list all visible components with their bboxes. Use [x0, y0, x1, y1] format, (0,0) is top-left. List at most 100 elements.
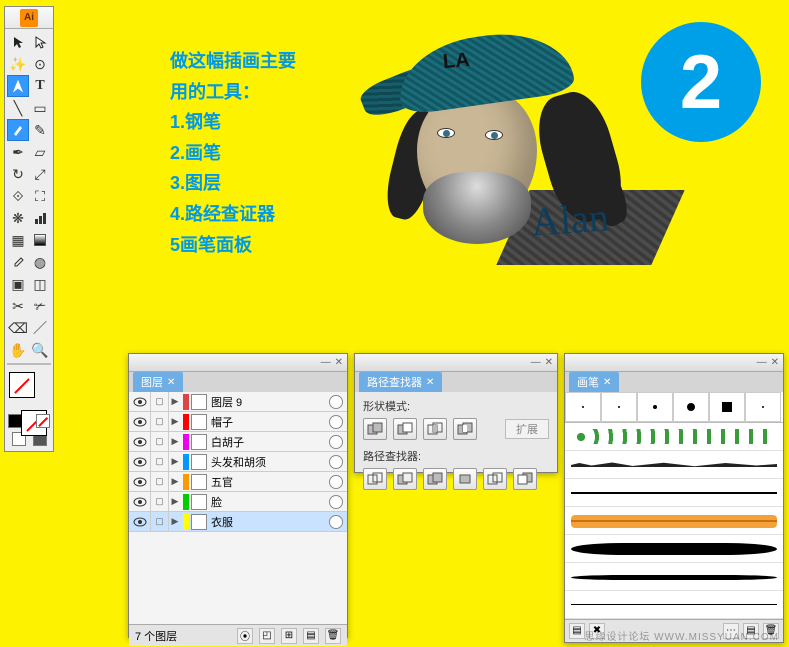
- scissors-tool[interactable]: ✃: [29, 295, 51, 317]
- free-transform-tool[interactable]: ⛶: [29, 185, 51, 207]
- brush-tile[interactable]: [745, 392, 781, 422]
- divide-button[interactable]: [363, 468, 387, 490]
- brush-library-icon[interactable]: ▤: [569, 623, 585, 639]
- minus-front-button[interactable]: [393, 418, 417, 440]
- visibility-icon[interactable]: [129, 472, 151, 492]
- rotate-tool[interactable]: ↻: [7, 163, 29, 185]
- tab-pathfinder[interactable]: 路径查找器 ✕: [359, 372, 442, 392]
- rectangle-tool[interactable]: ▭: [29, 97, 51, 119]
- target-icon[interactable]: [329, 395, 343, 409]
- outline-button[interactable]: [483, 468, 507, 490]
- expand-icon[interactable]: ▶: [169, 496, 181, 507]
- locate-object-icon[interactable]: ⦿: [237, 628, 253, 644]
- mesh-tool[interactable]: ▦: [7, 229, 29, 251]
- magic-wand-tool[interactable]: ✨: [7, 53, 29, 75]
- color-mode[interactable]: [8, 414, 22, 428]
- eyedropper-tool[interactable]: [7, 251, 29, 273]
- lock-icon[interactable]: ▢: [151, 392, 169, 412]
- layer-row[interactable]: ▢▶五官: [129, 472, 347, 492]
- lock-icon[interactable]: ▢: [151, 492, 169, 512]
- lock-icon[interactable]: ▢: [151, 432, 169, 452]
- brush-item[interactable]: [565, 563, 783, 591]
- tab-brushes[interactable]: 画笔 ✕: [569, 372, 619, 392]
- target-icon[interactable]: [329, 515, 343, 529]
- layer-row[interactable]: ▢▶脸: [129, 492, 347, 512]
- expand-icon[interactable]: ▶: [169, 396, 181, 407]
- paintbrush-tool[interactable]: [7, 119, 29, 141]
- fill-swatch[interactable]: [9, 372, 35, 398]
- brush-item[interactable]: [565, 423, 783, 451]
- layer-row[interactable]: ▢▶白胡子: [129, 432, 347, 452]
- graph-tool[interactable]: [29, 207, 51, 229]
- visibility-icon[interactable]: [129, 432, 151, 452]
- panel-titlebar[interactable]: — ✕: [129, 354, 347, 372]
- visibility-icon[interactable]: [129, 452, 151, 472]
- panel-titlebar[interactable]: — ✕: [355, 354, 557, 372]
- selection-tool[interactable]: [7, 31, 29, 53]
- expand-icon[interactable]: ▶: [169, 456, 181, 467]
- panel-titlebar[interactable]: — ✕: [565, 354, 783, 372]
- brush-item[interactable]: [565, 451, 783, 479]
- target-icon[interactable]: [329, 475, 343, 489]
- intersect-button[interactable]: [423, 418, 447, 440]
- expand-button[interactable]: 扩展: [505, 419, 549, 439]
- expand-icon[interactable]: ▶: [169, 416, 181, 427]
- trim-button[interactable]: [393, 468, 417, 490]
- line-tool[interactable]: ╲: [7, 97, 29, 119]
- close-icon[interactable]: ✕: [545, 357, 553, 368]
- tab-close-icon[interactable]: ✕: [426, 377, 434, 388]
- visibility-icon[interactable]: [129, 492, 151, 512]
- gradient-tool[interactable]: [29, 229, 51, 251]
- exclude-button[interactable]: [453, 418, 477, 440]
- type-tool[interactable]: T: [29, 75, 51, 97]
- live-paint-select-tool[interactable]: ◫: [29, 273, 51, 295]
- target-icon[interactable]: [329, 455, 343, 469]
- crop-button[interactable]: [453, 468, 477, 490]
- target-icon[interactable]: [329, 495, 343, 509]
- lock-icon[interactable]: ▢: [151, 512, 169, 532]
- lock-icon[interactable]: ▢: [151, 472, 169, 492]
- tab-layers[interactable]: 图层 ✕: [133, 372, 183, 392]
- eraser-tool[interactable]: ▱: [29, 141, 51, 163]
- scale-tool[interactable]: ⤢: [29, 163, 51, 185]
- lock-icon[interactable]: ▢: [151, 452, 169, 472]
- blob-brush-tool[interactable]: ✒: [7, 141, 29, 163]
- close-icon[interactable]: ✕: [335, 357, 343, 368]
- knife-tool[interactable]: ／: [29, 317, 51, 339]
- layer-row[interactable]: ▢▶帽子: [129, 412, 347, 432]
- hand-tool[interactable]: ✋: [7, 339, 29, 361]
- tab-close-icon[interactable]: ✕: [167, 377, 175, 388]
- brush-item[interactable]: [565, 507, 783, 535]
- unite-button[interactable]: [363, 418, 387, 440]
- minimize-icon[interactable]: —: [531, 357, 541, 368]
- live-paint-tool[interactable]: ▣: [7, 273, 29, 295]
- pencil-tool[interactable]: ✎: [29, 119, 51, 141]
- visibility-icon[interactable]: [129, 392, 151, 412]
- warp-tool[interactable]: ⟐: [7, 185, 29, 207]
- brush-item[interactable]: [565, 591, 783, 619]
- brush-item[interactable]: [565, 535, 783, 563]
- target-icon[interactable]: [329, 435, 343, 449]
- brush-tile[interactable]: [565, 392, 601, 422]
- brush-item[interactable]: [565, 479, 783, 507]
- layer-row[interactable]: ▢▶衣服: [129, 512, 347, 532]
- lasso-tool[interactable]: ⊙: [29, 53, 51, 75]
- merge-button[interactable]: [423, 468, 447, 490]
- brush-tile[interactable]: [709, 392, 745, 422]
- brush-tile[interactable]: [637, 392, 673, 422]
- blend-tool[interactable]: ◍: [29, 251, 51, 273]
- minus-back-button[interactable]: [513, 468, 537, 490]
- eraser2-tool[interactable]: ⌫: [7, 317, 29, 339]
- target-icon[interactable]: [329, 415, 343, 429]
- minimize-icon[interactable]: —: [321, 357, 331, 368]
- tab-close-icon[interactable]: ✕: [603, 377, 611, 388]
- direct-selection-tool[interactable]: [29, 31, 51, 53]
- pen-tool[interactable]: [7, 75, 29, 97]
- brush-tile[interactable]: [673, 392, 709, 422]
- brush-tile[interactable]: [601, 392, 637, 422]
- expand-icon[interactable]: ▶: [169, 436, 181, 447]
- visibility-icon[interactable]: [129, 412, 151, 432]
- close-icon[interactable]: ✕: [771, 357, 779, 368]
- lock-icon[interactable]: ▢: [151, 412, 169, 432]
- new-layer-icon[interactable]: ▤: [303, 628, 319, 644]
